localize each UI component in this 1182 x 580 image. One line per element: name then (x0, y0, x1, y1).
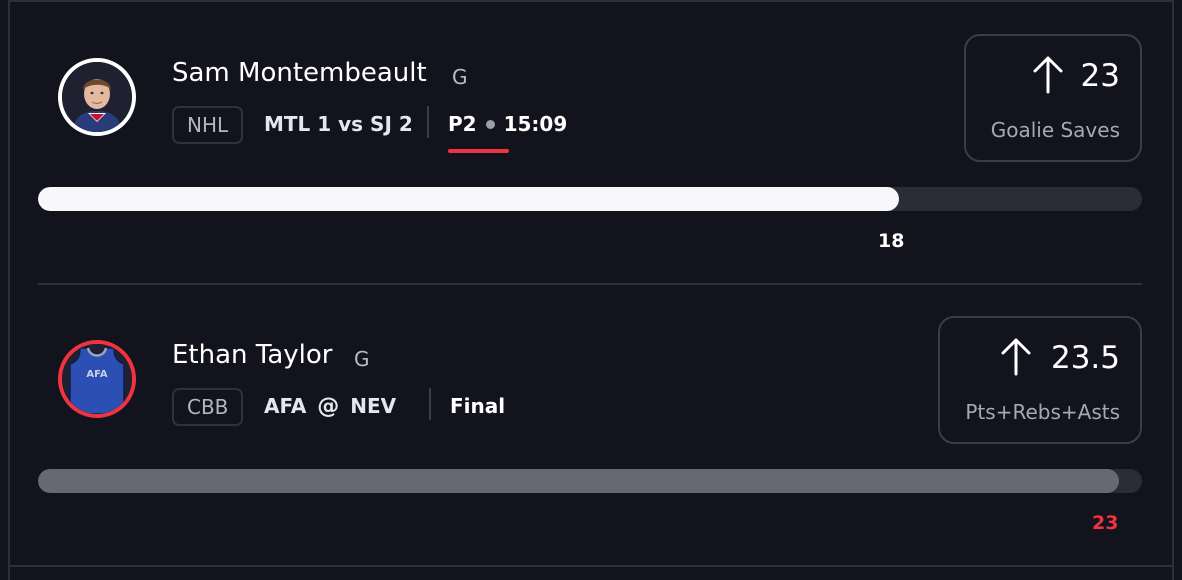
arrow-up-icon (1033, 56, 1063, 94)
arrow-up-icon (1001, 338, 1031, 376)
player-avatar[interactable]: AFA (58, 340, 136, 418)
card-right-border (1172, 0, 1174, 580)
game-matchup: MTL 1 vs SJ 2 (264, 112, 413, 136)
league-badge: CBB (172, 388, 244, 426)
player-position: G (452, 65, 468, 89)
player-name[interactable]: Ethan Taylor (172, 340, 333, 370)
card-top-border (8, 0, 1174, 2)
card-divider (38, 283, 1142, 285)
prop-line-box[interactable]: 23 Goalie Saves (964, 34, 1142, 162)
away-team: AFA (264, 394, 307, 418)
progress-bar-fill (38, 187, 900, 211)
current-stat-value: 23 (1092, 512, 1119, 534)
home-team: NEV (350, 394, 397, 418)
league-badge: NHL (172, 106, 244, 144)
game-matchup: AFA @ NEV (264, 394, 396, 419)
progress-bar (38, 469, 1142, 493)
separator (427, 106, 429, 138)
game-status: Final (450, 394, 506, 418)
prop-stat-label: Goalie Saves (990, 118, 1120, 142)
prop-stat-label: Pts+Rebs+Asts (965, 400, 1120, 424)
player-headshot-icon (62, 62, 132, 132)
card-bottom-border (8, 565, 1174, 567)
card-left-border (8, 0, 10, 580)
game-clock: P2 15:09 (448, 112, 567, 136)
prop-line-value: 23 (1080, 58, 1120, 94)
dot-separator (485, 119, 495, 129)
at-symbol: @ (317, 394, 340, 419)
prop-line-value: 23.5 (1050, 340, 1120, 376)
player-name[interactable]: Sam Montembeault (172, 58, 427, 88)
player-avatar[interactable] (58, 58, 136, 136)
current-stat-value: 18 (878, 230, 905, 252)
progress-bar (38, 187, 1142, 211)
jersey-text: AFA (86, 369, 107, 380)
separator (429, 388, 431, 420)
prop-line-box[interactable]: 23.5 Pts+Rebs+Asts (938, 316, 1142, 444)
live-indicator-underline (448, 149, 509, 153)
jersey-icon: AFA (62, 344, 132, 414)
game-time: 15:09 (503, 112, 568, 136)
game-period: P2 (448, 112, 477, 136)
player-position: G (354, 347, 370, 371)
progress-bar-fill (38, 469, 1119, 493)
